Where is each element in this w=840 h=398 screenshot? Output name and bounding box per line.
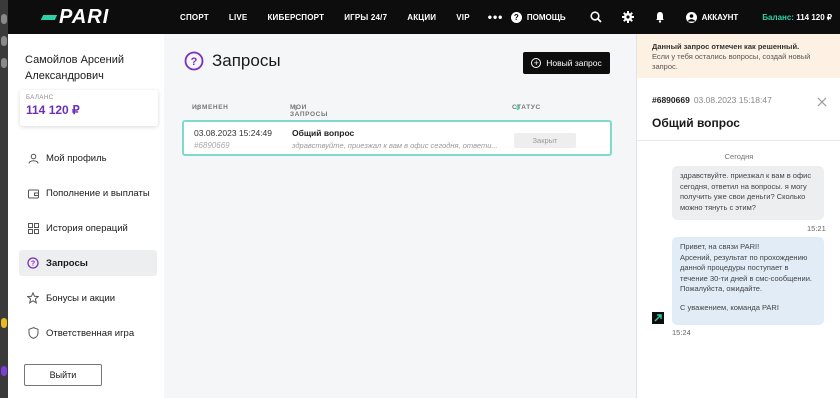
sidebar-item-bonuses[interactable]: Бонусы и акции [19, 285, 157, 311]
notice-title: Данный запрос отмечен как решенный. [652, 42, 800, 51]
taskbar-app-icon[interactable] [1, 366, 7, 376]
sidebar-menu: Мой профиль Пополнение и выплаты История… [19, 145, 157, 355]
help-label: ПОМОЩЬ [526, 12, 566, 22]
divider [637, 140, 840, 141]
user-name: Самойлов Арсений Александрович [25, 54, 125, 82]
os-taskbar-strip [0, 0, 8, 398]
shield-icon [27, 327, 39, 339]
page-title: ? Запросы [184, 51, 281, 71]
sidebar-item-responsible-gaming[interactable]: Ответственная игра [19, 320, 157, 346]
nav-sport[interactable]: СПОРТ [180, 13, 209, 22]
sidebar-item-label: История операций [46, 222, 128, 234]
sidebar-item-payments[interactable]: Пополнение и выплаты [19, 180, 157, 206]
balance-card: БАЛАНС 114 120 ₽ [20, 90, 158, 126]
balance-value: 114 120 ₽ [26, 103, 80, 117]
ticket-title: Общий вопрос [652, 116, 740, 130]
svg-text:?: ? [191, 56, 198, 68]
table-row[interactable]: 03.08.2023 15:24:49 #6890669 Общий вопро… [182, 120, 612, 156]
balance-label: БАЛАНС [26, 95, 54, 101]
profile-sidebar: Самойлов Арсений Александрович БАЛАНС 11… [8, 34, 164, 398]
account-label: АККАУНТ [701, 12, 739, 22]
main-nav: СПОРТ LIVE КИБЕРСПОРТ ИГРЫ 24/7 АКЦИИ VI… [180, 0, 503, 34]
pari-avatar-icon [652, 312, 664, 324]
message-time: 15:21 [807, 224, 826, 233]
ticket-date: 03.08.2023 15:18:47 [693, 95, 772, 105]
account-icon [685, 11, 697, 23]
new-request-button[interactable]: + Новый запрос [523, 52, 610, 74]
ticket-header: #6890669 03.08.2023 15:18:47 [652, 95, 772, 105]
nav-promos[interactable]: АКЦИИ [407, 13, 436, 22]
sidebar-item-requests[interactable]: ? Запросы [19, 250, 157, 276]
ticket-id: #6890669 [652, 95, 690, 105]
row-subject: Общий вопрос [292, 128, 355, 138]
agent-greeting: Привет, на связи PARI! [680, 242, 760, 251]
wallet-icon [27, 187, 39, 199]
sidebar-item-label: Пополнение и выплаты [46, 187, 150, 199]
sidebar-item-profile[interactable]: Мой профиль [19, 145, 157, 171]
sidebar-item-history[interactable]: История операций [19, 215, 157, 241]
header-balance[interactable]: Баланс: 114 120 ₽ [762, 13, 832, 22]
user-icon [27, 152, 39, 164]
taskbar-icon[interactable] [1, 36, 7, 46]
page-heading: Запросы [212, 51, 281, 70]
help-button[interactable]: ? ПОМОЩЬ [510, 11, 566, 23]
logout-button[interactable]: Выйти [24, 364, 102, 386]
status-badge: Закрыт [514, 133, 576, 148]
nav-games[interactable]: ИГРЫ 24/7 [344, 13, 387, 22]
search-icon[interactable] [590, 11, 602, 23]
row-id: #6890669 [194, 141, 230, 150]
svg-text:?: ? [31, 261, 35, 268]
taskbar-folder-icon[interactable] [1, 318, 7, 328]
row-date: 03.08.2023 15:24:49 [194, 128, 272, 138]
new-request-label: Новый запрос [546, 58, 602, 68]
agent-signature: С уважением, команда PARI [680, 302, 779, 312]
star-icon [27, 292, 39, 304]
sidebar-item-label: Мой профиль [46, 152, 107, 164]
header-balance-label: Баланс: [762, 12, 794, 22]
logo-text: PARI [59, 5, 110, 28]
sort-icon: ⇕ [195, 105, 202, 112]
notice-text: Если у тебя остались вопросы, создай нов… [652, 52, 811, 71]
question-icon: ? [184, 51, 204, 71]
day-separator: Сегодня [724, 152, 754, 161]
nav-more-icon[interactable]: ••• [488, 10, 504, 24]
top-right-controls: ? ПОМОЩЬ АККАУНТ Баланс: 114 120 ₽ [510, 0, 840, 34]
pari-logo[interactable]: PARI [40, 5, 132, 28]
row-snippet: здравствуйте, приезжал к вам в офис сего… [292, 141, 498, 150]
logo-accent [40, 14, 58, 20]
plus-icon: + [531, 58, 542, 68]
message-time: 15:24 [672, 328, 691, 337]
sidebar-item-label: Ответственная игра [46, 327, 135, 339]
taskbar-icon[interactable] [1, 58, 7, 68]
sort-icon: ⇕ [293, 105, 300, 112]
help-icon: ? [510, 11, 522, 23]
user-message: здравствуйте. приезжал к вам в офис сего… [672, 166, 824, 220]
sidebar-item-label: Запросы [46, 257, 88, 269]
header-balance-value: 114 120 ₽ [796, 12, 832, 22]
question-icon: ? [27, 257, 39, 269]
account-button[interactable]: АККАУНТ [685, 11, 739, 23]
agent-message: Привет, на связи PARI! Арсений, результа… [672, 237, 824, 325]
agent-body: Арсений, результат по прохождению данной… [680, 252, 813, 294]
nav-vip[interactable]: VIP [456, 13, 470, 22]
sidebar-item-label: Бонусы и акции [46, 292, 116, 304]
ticket-detail-panel: Данный запрос отмечен как решенный. Если… [636, 34, 840, 398]
gear-icon[interactable] [621, 11, 634, 23]
grid-icon [27, 222, 39, 234]
taskbar-icon[interactable] [1, 14, 7, 24]
close-icon[interactable] [817, 94, 827, 107]
bell-icon[interactable] [654, 11, 666, 23]
sort-icon: ⇕ [515, 105, 522, 112]
top-navigation-bar: PARI СПОРТ LIVE КИБЕРСПОРТ ИГРЫ 24/7 АКЦ… [8, 0, 840, 34]
nav-live[interactable]: LIVE [229, 13, 248, 22]
resolved-notice: Данный запрос отмечен как решенный. Если… [637, 34, 840, 78]
table-header: ИЗМЕНЕН ⇕ МОИ ЗАПРОСЫ ⇕ СТАТУС ⇕ [182, 100, 612, 118]
nav-esports[interactable]: КИБЕРСПОРТ [267, 13, 324, 22]
requests-main: ? Запросы + Новый запрос ИЗМЕНЕН ⇕ МОИ ЗА… [164, 34, 636, 398]
